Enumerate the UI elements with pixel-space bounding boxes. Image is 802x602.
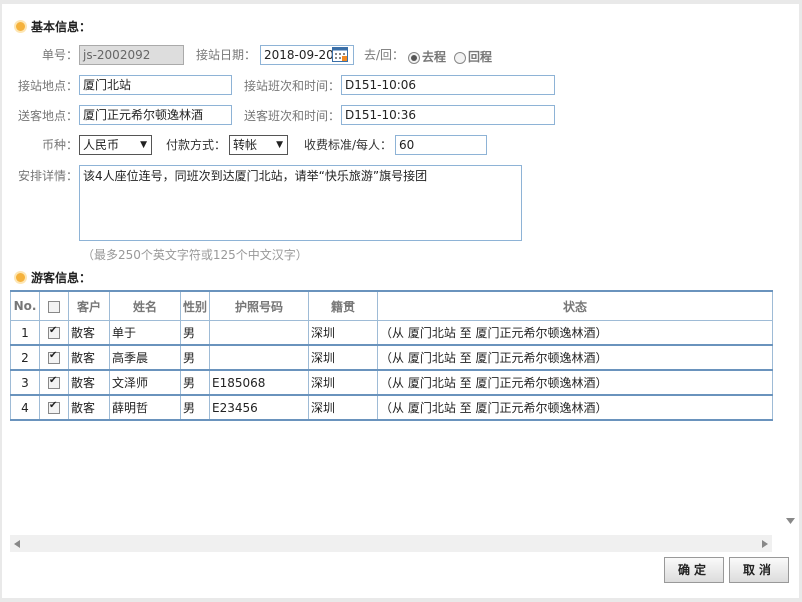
payment-value: 转帐 (233, 138, 258, 152)
radio-back-icon[interactable] (454, 51, 466, 64)
tourist-table: No. 客户 姓名 性别 护照号码 籍贯 状态 1 散客 单于 男 深圳 （从 … (10, 290, 773, 421)
section-tourists-title: 游客信息： (31, 271, 92, 285)
row-status: （从 厦门北站 至 厦门正元希尔顿逸林酒） (377, 320, 773, 346)
row-name: 薛明哲 (109, 394, 181, 421)
confirm-button[interactable]: 确定 (664, 557, 724, 583)
row-client: 散客 (68, 320, 110, 346)
dropoff-place-field[interactable]: 厦门正元希尔顿逸林酒 (79, 105, 232, 125)
row-name: 文泽师 (109, 369, 181, 396)
table-row[interactable]: 1 散客 单于 男 深圳 （从 厦门北站 至 厦门正元希尔顿逸林酒） (10, 320, 773, 346)
order-no-field: js-2002092 (79, 45, 184, 65)
row-client: 散客 (68, 344, 110, 371)
col-client: 客户 (68, 290, 110, 321)
currency-select[interactable]: 人民币 ▼ (79, 135, 152, 155)
row-gender: 男 (180, 344, 210, 371)
radio-out-icon[interactable] (408, 51, 420, 64)
row-no: 4 (10, 394, 40, 421)
col-gender: 性别 (180, 290, 210, 321)
row-name: 高季晨 (109, 344, 181, 371)
section-basic-title: 基本信息： (31, 20, 92, 34)
pickup-train-field[interactable]: D151-10:06 (341, 75, 555, 95)
pickup-date-value: 2018-09-20 (264, 48, 334, 62)
table-row[interactable]: 3 散客 文泽师 男 E185068 深圳 （从 厦门北站 至 厦门正元希尔顿逸… (10, 369, 773, 396)
table-row[interactable]: 4 散客 薛明哲 男 E23456 深圳 （从 厦门北站 至 厦门正元希尔顿逸林… (10, 394, 773, 421)
triangle-down-icon: ▼ (140, 140, 147, 150)
scroll-right-arrow-icon[interactable] (762, 540, 768, 548)
row-gender: 男 (180, 369, 210, 396)
row-checkbox-cell[interactable] (39, 344, 69, 371)
dropoff-train-field[interactable]: D151-10:36 (341, 105, 555, 125)
row-checkbox[interactable] (48, 375, 60, 389)
row-no: 2 (10, 344, 40, 371)
row-status: （从 厦门北站 至 厦门正元希尔顿逸林酒） (377, 369, 773, 396)
row-checkbox-cell[interactable] (39, 369, 69, 396)
row-origin: 深圳 (308, 394, 378, 421)
col-no: No. (10, 290, 40, 321)
order-no-label: 单号： (41, 48, 78, 62)
row-checkbox-cell[interactable] (39, 394, 69, 421)
row-gender: 男 (180, 320, 210, 346)
row-origin: 深圳 (308, 344, 378, 371)
tour-dialog: 基本信息： 单号： js-2002092 接站日期： 2018-09-20 去/… (2, 4, 799, 598)
col-select-all[interactable] (39, 290, 69, 321)
pickup-place-field[interactable]: 厦门北站 (79, 75, 232, 95)
sun-bullet-icon (16, 22, 25, 31)
row-gender: 男 (180, 394, 210, 421)
dropoff-train-label: 送客班次和时间： (243, 109, 340, 123)
row-status: （从 厦门北站 至 厦门正元希尔顿逸林酒） (377, 394, 773, 421)
row-passport (209, 320, 309, 346)
row-no: 1 (10, 320, 40, 346)
row-passport: E23456 (209, 394, 309, 421)
row-client: 散客 (68, 394, 110, 421)
dropoff-place-label: 送客地点： (17, 109, 78, 123)
payment-select[interactable]: 转帐 ▼ (229, 135, 288, 155)
calendar-icon[interactable] (332, 46, 348, 62)
fee-field[interactable]: 60 (395, 135, 487, 155)
section-basic-info: 基本信息： (16, 18, 91, 35)
row-origin: 深圳 (308, 320, 378, 346)
pickup-place-label: 接站地点： (17, 79, 78, 93)
direction-radio-out[interactable]: 去程 (408, 48, 446, 65)
col-status: 状态 (377, 290, 773, 321)
payment-label: 付款方式： (165, 138, 226, 152)
fee-label: 收费标准/每人： (303, 138, 392, 152)
currency-label: 币种： (41, 138, 78, 152)
row-checkbox-cell[interactable] (39, 320, 69, 346)
col-passport: 护照号码 (209, 290, 309, 321)
row-checkbox[interactable] (48, 325, 60, 339)
row-passport: E185068 (209, 369, 309, 396)
scroll-left-arrow-icon[interactable] (14, 540, 20, 548)
direction-radio-back[interactable]: 回程 (454, 48, 492, 65)
details-hint: （最多250个英文字符或125个中文汉字） (82, 248, 308, 262)
currency-value: 人民币 (83, 138, 120, 152)
details-textarea[interactable]: 该4人座位连号，同班次到达厦门北站，请举“快乐旅游”旗号接团 (79, 165, 522, 241)
row-name: 单于 (109, 320, 181, 346)
col-origin: 籍贯 (308, 290, 378, 321)
pickup-date-label: 接站日期： (195, 48, 256, 62)
row-passport (209, 344, 309, 371)
row-checkbox[interactable] (48, 400, 60, 414)
direction-label: 去/回： (363, 48, 404, 62)
details-label: 安排详情： (17, 169, 78, 183)
horizontal-scrollbar[interactable] (10, 535, 772, 552)
row-no: 3 (10, 369, 40, 396)
row-checkbox[interactable] (48, 350, 60, 364)
col-name: 姓名 (109, 290, 181, 321)
vertical-scrollbar[interactable] (782, 290, 799, 535)
table-row[interactable]: 2 散客 高季晨 男 深圳 （从 厦门北站 至 厦门正元希尔顿逸林酒） (10, 344, 773, 371)
triangle-down-icon: ▼ (276, 140, 283, 150)
row-status: （从 厦门北站 至 厦门正元希尔顿逸林酒） (377, 344, 773, 371)
select-all-checkbox[interactable] (48, 300, 60, 313)
cancel-button[interactable]: 取消 (729, 557, 789, 583)
section-tourists: 游客信息： (16, 269, 91, 286)
pickup-train-label: 接站班次和时间： (243, 79, 340, 93)
row-origin: 深圳 (308, 369, 378, 396)
row-client: 散客 (68, 369, 110, 396)
scroll-down-arrow-icon[interactable] (786, 518, 795, 524)
sun-bullet-icon (16, 273, 25, 282)
table-header-row: No. 客户 姓名 性别 护照号码 籍贯 状态 (10, 290, 773, 321)
